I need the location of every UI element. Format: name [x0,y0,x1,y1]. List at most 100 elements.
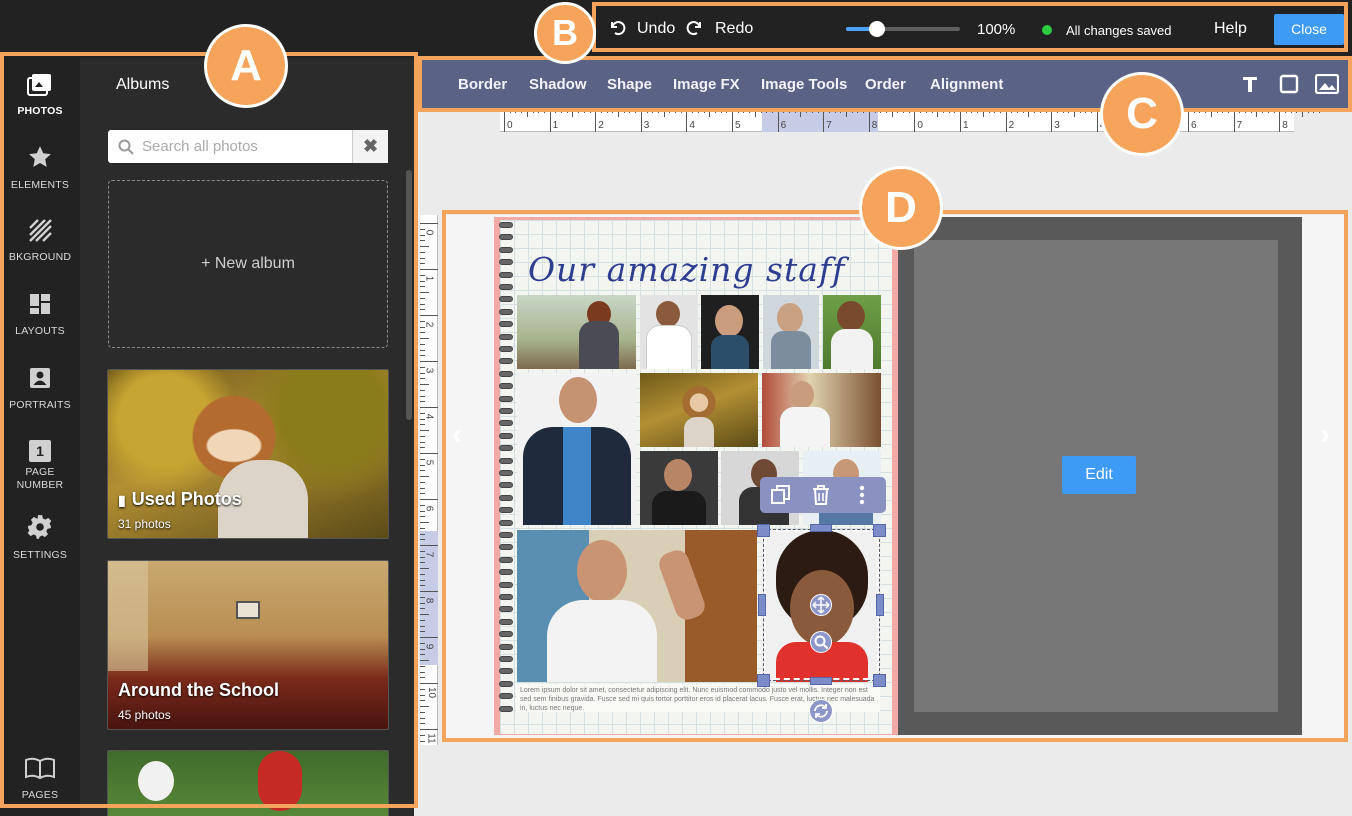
ruler-tick [420,257,425,259]
ruler-tick [420,487,425,489]
ruler-number: 10 [426,686,438,699]
ruler-tick [420,228,425,230]
ruler-tick [420,533,425,535]
ruler-tick [420,453,438,454]
ruler-tick [420,418,425,420]
ruler-tick [420,286,425,288]
ruler-number: 6 [1191,120,1197,131]
callout-box-a [0,52,418,808]
ruler-tick [420,706,429,707]
ruler-tick [420,395,425,397]
ruler-tick [420,729,438,730]
ruler-tick [420,269,438,270]
ruler-tick [420,562,425,564]
ruler-tick [420,631,425,633]
ruler-number: 7 [1236,120,1243,131]
ruler-tick [420,430,429,431]
ruler-number: 8 [871,120,878,131]
ruler-tick [420,361,438,362]
callout-badge-d: D [859,166,943,250]
ruler-tick [420,596,425,598]
ruler-tick [420,717,425,719]
ruler-tick [420,665,425,667]
ruler-tick [420,378,425,380]
ruler-tick [420,654,425,656]
ruler-tick [420,372,425,374]
ruler-number: 4 [689,120,695,131]
ruler-tick [420,608,425,610]
ruler-tick [420,332,425,334]
callout-box-c [418,56,1352,112]
ruler-tick [420,677,425,679]
ruler-tick [420,435,425,437]
ruler-tick [420,527,425,529]
ruler-tick [420,683,438,684]
ruler-tick [420,481,425,483]
ruler-tick [420,424,425,426]
ruler-tick [420,585,425,587]
ruler-tick [420,389,425,391]
ruler-tick [420,614,429,615]
callout-badge-c: C [1100,72,1184,156]
ruler-tick [420,671,425,673]
ruler-tick [420,407,438,408]
ruler-tick [420,648,425,650]
ruler-tick [420,539,425,541]
ruler-tick [420,349,425,351]
ruler-tick [420,292,429,293]
callout-box-b [592,2,1348,52]
ruler-tick [420,251,425,253]
ruler-tick [420,734,425,736]
ruler-tick [420,441,425,443]
ruler-number: 11 [425,733,437,744]
ruler-tick [420,309,425,311]
ruler-number: 5 [735,120,741,131]
ruler-number: 7 [826,120,832,131]
ruler-tick [420,274,425,276]
ruler-tick [420,568,429,569]
ruler-number: 3 [1054,120,1060,131]
ruler-tick [420,355,425,357]
ruler-tick [420,366,425,368]
ruler-tick [420,700,425,702]
ruler-tick [420,326,425,328]
ruler-tick [420,550,425,552]
ruler-tick [420,240,425,242]
ruler-number: 2 [1008,120,1015,131]
ruler-tick [420,711,425,713]
ruler-number: 0 [917,120,923,131]
ruler-tick [420,315,438,316]
ruler-tick [420,493,425,495]
ruler-tick [420,619,425,621]
ruler-tick [420,343,425,345]
ruler-number: 2 [598,120,604,131]
ruler-tick [420,303,425,305]
ruler-number: 1 [552,120,559,131]
ruler-tick [420,280,425,282]
ruler-tick [420,579,425,581]
ruler-tick [420,545,438,546]
ruler-tick [420,637,438,638]
ruler-tick [420,694,425,696]
ruler-tick [420,447,425,449]
vertical-ruler: 0 1 2 3 4 5 6 7 8 9 10 11 [420,215,438,745]
ruler-number: 6 [780,120,787,131]
ruler-tick [420,591,438,592]
ruler-tick [420,223,438,224]
ruler-tick [420,297,425,299]
ruler-tick [420,573,425,575]
ruler-tick [420,412,425,414]
callout-badge-a: A [204,24,288,108]
ruler-tick [420,522,429,523]
ruler-tick [420,740,425,742]
ruler-tick [420,625,425,627]
ruler-tick [420,688,425,690]
ruler-tick [420,470,425,472]
ruler-tick [420,234,425,236]
ruler-number: 3 [643,120,650,131]
ruler-tick [420,516,425,518]
ruler-tick [420,602,425,604]
ruler-number: 1 [963,120,969,131]
ruler-tick [420,504,425,506]
ruler-tick [420,642,425,644]
